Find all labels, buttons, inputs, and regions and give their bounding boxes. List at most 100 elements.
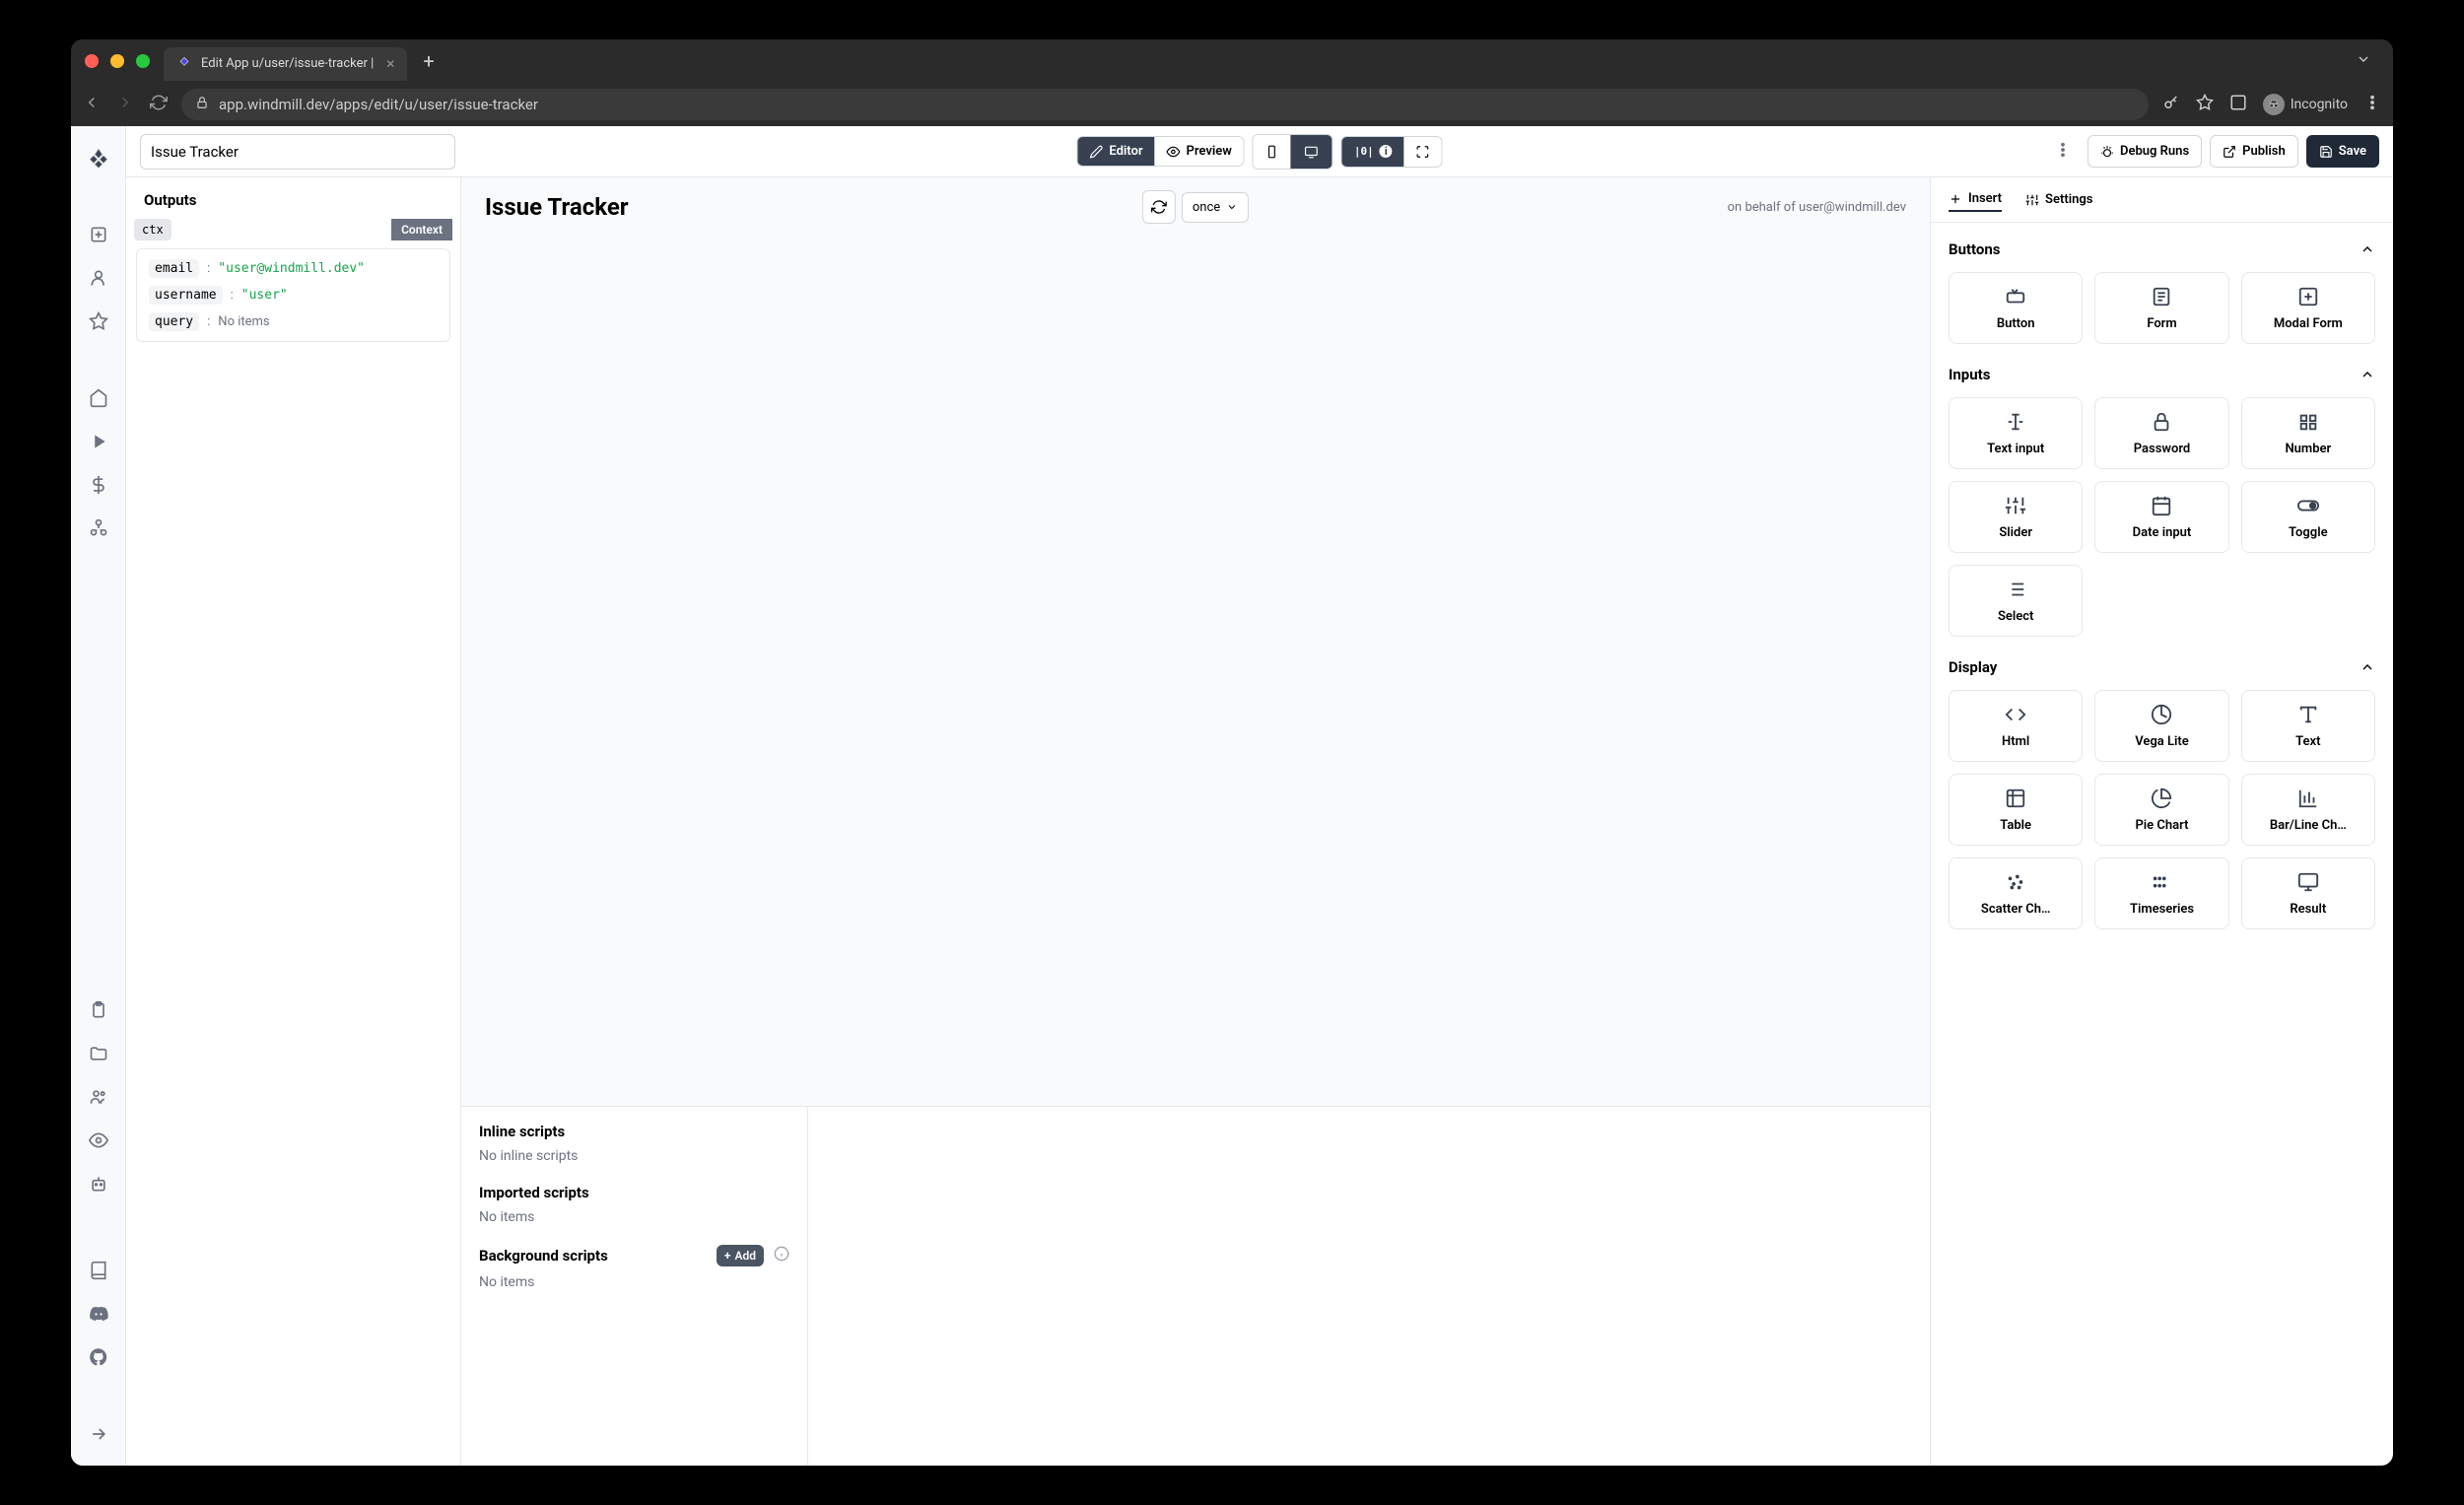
save-button[interactable]: Save bbox=[2306, 135, 2379, 168]
comp-toggle[interactable]: Toggle bbox=[2241, 481, 2375, 553]
display-category-header[interactable]: Display bbox=[1949, 652, 2375, 682]
comp-modal-form[interactable]: Modal Form bbox=[2241, 272, 2375, 344]
nav-clipboard-icon[interactable] bbox=[79, 991, 118, 1030]
nav-book-icon[interactable] bbox=[79, 1251, 118, 1290]
tab-overflow-icon[interactable] bbox=[2356, 51, 2379, 71]
browser-tab[interactable]: Edit App u/user/issue-tracker | ✕ bbox=[164, 47, 407, 81]
comp-html[interactable]: Html bbox=[1949, 690, 2083, 762]
behalf-text: on behalf of user@windmill.dev bbox=[1728, 200, 1906, 215]
nav-cluster-icon[interactable] bbox=[79, 509, 118, 548]
comp-vega-lite[interactable]: Vega Lite bbox=[2094, 690, 2228, 762]
nav-collapse-icon[interactable] bbox=[79, 1414, 118, 1454]
more-menu-icon[interactable] bbox=[2046, 133, 2080, 171]
ctx-item-email[interactable]: email : "user@windmill.dev" bbox=[143, 255, 444, 282]
outputs-title: Outputs bbox=[126, 177, 460, 219]
buttons-category-header[interactable]: Buttons bbox=[1949, 235, 2375, 264]
comp-form[interactable]: Form bbox=[2094, 272, 2228, 344]
editor-tab[interactable]: Editor bbox=[1077, 137, 1154, 166]
comp-table[interactable]: Table bbox=[1949, 774, 2083, 846]
comp-result[interactable]: Result bbox=[2241, 857, 2375, 929]
text-icon bbox=[2296, 703, 2320, 726]
comp-password[interactable]: Password bbox=[2094, 397, 2228, 469]
desktop-view-button[interactable] bbox=[1291, 135, 1333, 169]
window-maximize[interactable] bbox=[136, 54, 150, 68]
chevron-up-icon bbox=[2360, 367, 2375, 382]
nav-dollar-icon[interactable] bbox=[79, 465, 118, 505]
nav-plus-icon[interactable] bbox=[79, 215, 118, 254]
comp-text[interactable]: Text bbox=[2241, 690, 2375, 762]
button-icon bbox=[2004, 285, 2027, 308]
incognito-badge[interactable]: Incognito bbox=[2263, 94, 2348, 115]
insert-tab[interactable]: Insert bbox=[1949, 187, 2002, 212]
close-tab-icon[interactable]: ✕ bbox=[385, 57, 395, 71]
nav-home-icon[interactable] bbox=[79, 378, 118, 418]
password-icon bbox=[2150, 410, 2173, 434]
nav-robot-icon[interactable] bbox=[79, 1164, 118, 1203]
bookmark-star-icon[interactable] bbox=[2196, 94, 2214, 115]
comp-scatter-chart[interactable]: Scatter Ch… bbox=[1949, 857, 2083, 929]
nav-star-icon[interactable] bbox=[79, 302, 118, 341]
extensions-icon[interactable] bbox=[2229, 94, 2247, 115]
context-badge: Context bbox=[391, 219, 452, 240]
nav-eye-icon[interactable] bbox=[79, 1121, 118, 1160]
incognito-icon bbox=[2263, 94, 2285, 115]
context-box: email : "user@windmill.dev" username : "… bbox=[136, 248, 450, 342]
browser-menu-icon[interactable] bbox=[2363, 94, 2381, 115]
canvas-body[interactable] bbox=[461, 237, 1930, 1106]
publish-button[interactable]: Publish bbox=[2210, 135, 2298, 168]
ctx-pill[interactable]: ctx bbox=[134, 219, 171, 240]
ctx-item-username[interactable]: username : "user" bbox=[143, 282, 444, 308]
comp-button[interactable]: Button bbox=[1949, 272, 2083, 344]
nav-user-icon[interactable] bbox=[79, 258, 118, 298]
text-input-icon bbox=[2004, 410, 2027, 434]
add-background-script-button[interactable]: + Add bbox=[717, 1245, 764, 1266]
info-icon[interactable] bbox=[774, 1246, 789, 1266]
refresh-mode-select[interactable]: once bbox=[1182, 192, 1249, 223]
browser-urlbar: app.windmill.dev/apps/edit/u/user/issue-… bbox=[71, 83, 2393, 126]
url-text: app.windmill.dev/apps/edit/u/user/issue-… bbox=[219, 96, 538, 113]
plus-icon: + bbox=[724, 1249, 731, 1263]
number-icon bbox=[2296, 410, 2320, 434]
settings-tab[interactable]: Settings bbox=[2025, 187, 2092, 212]
url-input[interactable]: app.windmill.dev/apps/edit/u/user/issue-… bbox=[181, 89, 2149, 120]
back-icon[interactable] bbox=[83, 94, 101, 115]
sliders-icon bbox=[2025, 193, 2039, 207]
comp-slider[interactable]: Slider bbox=[1949, 481, 2083, 553]
key-icon[interactable] bbox=[2162, 94, 2180, 115]
nav-github-icon[interactable] bbox=[79, 1337, 118, 1377]
comp-date-input[interactable]: Date input bbox=[2094, 481, 2228, 553]
nav-folder-icon[interactable] bbox=[79, 1034, 118, 1073]
inline-scripts-title: Inline scripts bbox=[479, 1123, 789, 1140]
width-indicator[interactable]: |0| i bbox=[1342, 137, 1404, 167]
window-minimize[interactable] bbox=[110, 54, 124, 68]
comp-pie-chart[interactable]: Pie Chart bbox=[2094, 774, 2228, 846]
nav-users-icon[interactable] bbox=[79, 1077, 118, 1117]
nav-play-icon[interactable] bbox=[79, 422, 118, 461]
comp-select[interactable]: Select bbox=[1949, 565, 2083, 637]
pie-chart-icon bbox=[2150, 787, 2173, 810]
debug-runs-button[interactable]: Debug Runs bbox=[2088, 135, 2202, 168]
preview-tab[interactable]: Preview bbox=[1155, 137, 1244, 166]
comp-timeseries[interactable]: Timeseries bbox=[2094, 857, 2228, 929]
html-icon bbox=[2004, 703, 2027, 726]
timeseries-icon bbox=[2150, 870, 2173, 894]
left-rail bbox=[71, 126, 126, 1466]
comp-text-input[interactable]: Text input bbox=[1949, 397, 2083, 469]
lock-icon bbox=[195, 96, 209, 113]
ctx-item-query[interactable]: query : No items bbox=[143, 308, 444, 335]
refresh-button[interactable] bbox=[1142, 190, 1176, 224]
mobile-view-button[interactable] bbox=[1254, 135, 1291, 169]
browser-window: Edit App u/user/issue-tracker | ✕ + app.… bbox=[71, 39, 2393, 1466]
nav-discord-icon[interactable] bbox=[79, 1294, 118, 1334]
form-icon bbox=[2150, 285, 2173, 308]
inputs-category-header[interactable]: Inputs bbox=[1949, 360, 2375, 389]
forward-icon[interactable] bbox=[116, 94, 134, 115]
new-tab-button[interactable]: + bbox=[423, 49, 434, 73]
window-close[interactable] bbox=[85, 54, 99, 68]
app-name-input[interactable] bbox=[140, 134, 455, 170]
comp-bar-line-chart[interactable]: Bar/Line Ch… bbox=[2241, 774, 2375, 846]
comp-number[interactable]: Number bbox=[2241, 397, 2375, 469]
fullscreen-button[interactable] bbox=[1404, 137, 1442, 167]
windmill-logo-icon[interactable] bbox=[79, 138, 118, 177]
reload-icon[interactable] bbox=[150, 94, 168, 115]
